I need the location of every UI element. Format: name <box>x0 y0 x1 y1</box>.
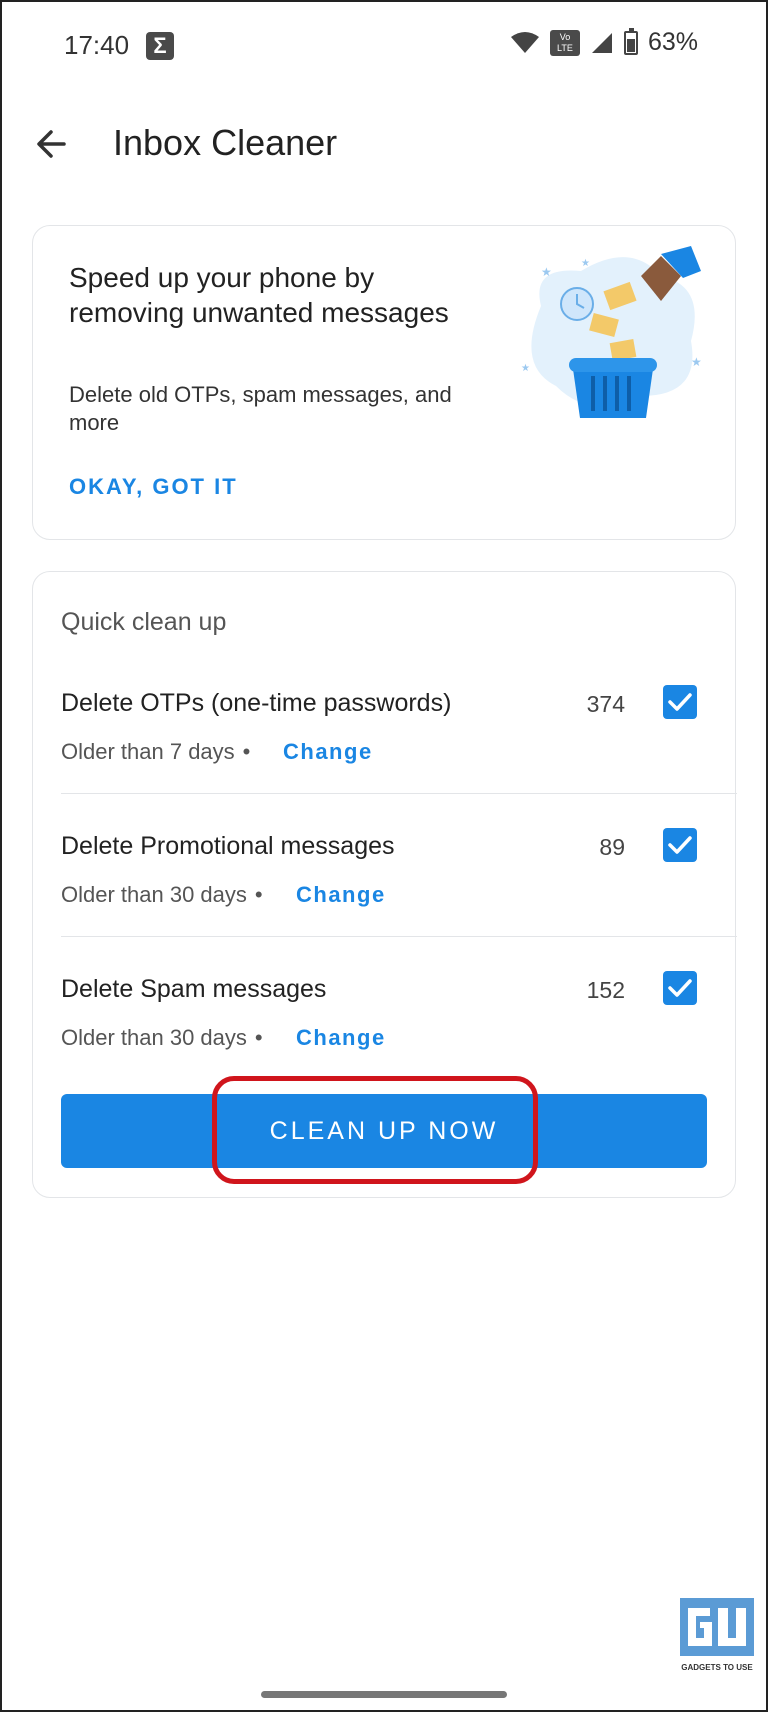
section-label: Quick clean up <box>61 608 227 636</box>
check-icon <box>668 693 692 711</box>
check-icon <box>668 836 692 854</box>
change-button[interactable]: Change <box>296 882 386 908</box>
intro-title: Speed up your phone by removing unwanted… <box>69 262 449 328</box>
list-item-otps[interactable]: Delete OTPs (one-time passwords) Older t… <box>61 651 737 794</box>
battery-percent: 63% <box>647 28 698 56</box>
okay-got-it-button[interactable]: OKAY, GOT IT <box>69 474 238 500</box>
arrow-back-icon <box>37 130 66 158</box>
status-icons: Vo LTE 63% <box>510 27 698 57</box>
item-count: 152 <box>586 977 625 1003</box>
item-age: Older than 30 days • <box>61 882 263 907</box>
page-title: Inbox Cleaner <box>113 122 338 163</box>
intro-card: Speed up your phone by removing unwanted… <box>32 225 736 540</box>
trash-bin-messages-illustration: ★ ★ ★ ★ <box>521 246 702 418</box>
change-button[interactable]: Change <box>283 739 373 765</box>
cellular-signal-icon <box>591 32 612 53</box>
svg-text:GADGETS TO USE: GADGETS TO USE <box>681 1663 753 1672</box>
svg-text:★: ★ <box>541 265 552 279</box>
item-title: Delete OTPs (one-time passwords) <box>61 689 452 717</box>
item-age: Older than 30 days • <box>61 1025 263 1050</box>
wifi-icon <box>510 31 539 53</box>
item-count: 89 <box>599 834 625 860</box>
checkbox-promotional[interactable] <box>663 828 697 862</box>
checkbox-otps[interactable] <box>663 685 697 719</box>
battery-level <box>626 38 635 52</box>
intro-description: Delete old OTPs, spam messages, and more <box>69 382 452 435</box>
list-item-spam[interactable]: Delete Spam messages Older than 30 days •… <box>61 937 737 1080</box>
battery-icon <box>623 27 638 55</box>
volte-icon: Vo LTE <box>549 29 580 56</box>
gadgets-to-use-logo: GADGETS TO USE <box>680 1598 754 1672</box>
list-item-promotional[interactable]: Delete Promotional messages Older than 3… <box>61 794 737 937</box>
svg-text:★: ★ <box>581 258 590 269</box>
item-title: Delete Promotional messages <box>61 832 395 860</box>
status-time: 17:40 <box>64 30 130 60</box>
highlight-annotation <box>212 1076 538 1184</box>
svg-text:★: ★ <box>691 355 702 369</box>
change-button[interactable]: Change <box>296 1025 386 1051</box>
item-title: Delete Spam messages <box>61 975 327 1003</box>
back-button[interactable] <box>34 124 74 164</box>
item-age: Older than 7 days • <box>61 739 251 764</box>
sigma-icon: Σ <box>146 32 174 60</box>
svg-text:★: ★ <box>521 363 530 374</box>
item-count: 374 <box>586 691 625 717</box>
check-icon <box>668 979 692 997</box>
checkbox-spam[interactable] <box>663 971 697 1005</box>
home-indicator[interactable] <box>261 1691 507 1698</box>
